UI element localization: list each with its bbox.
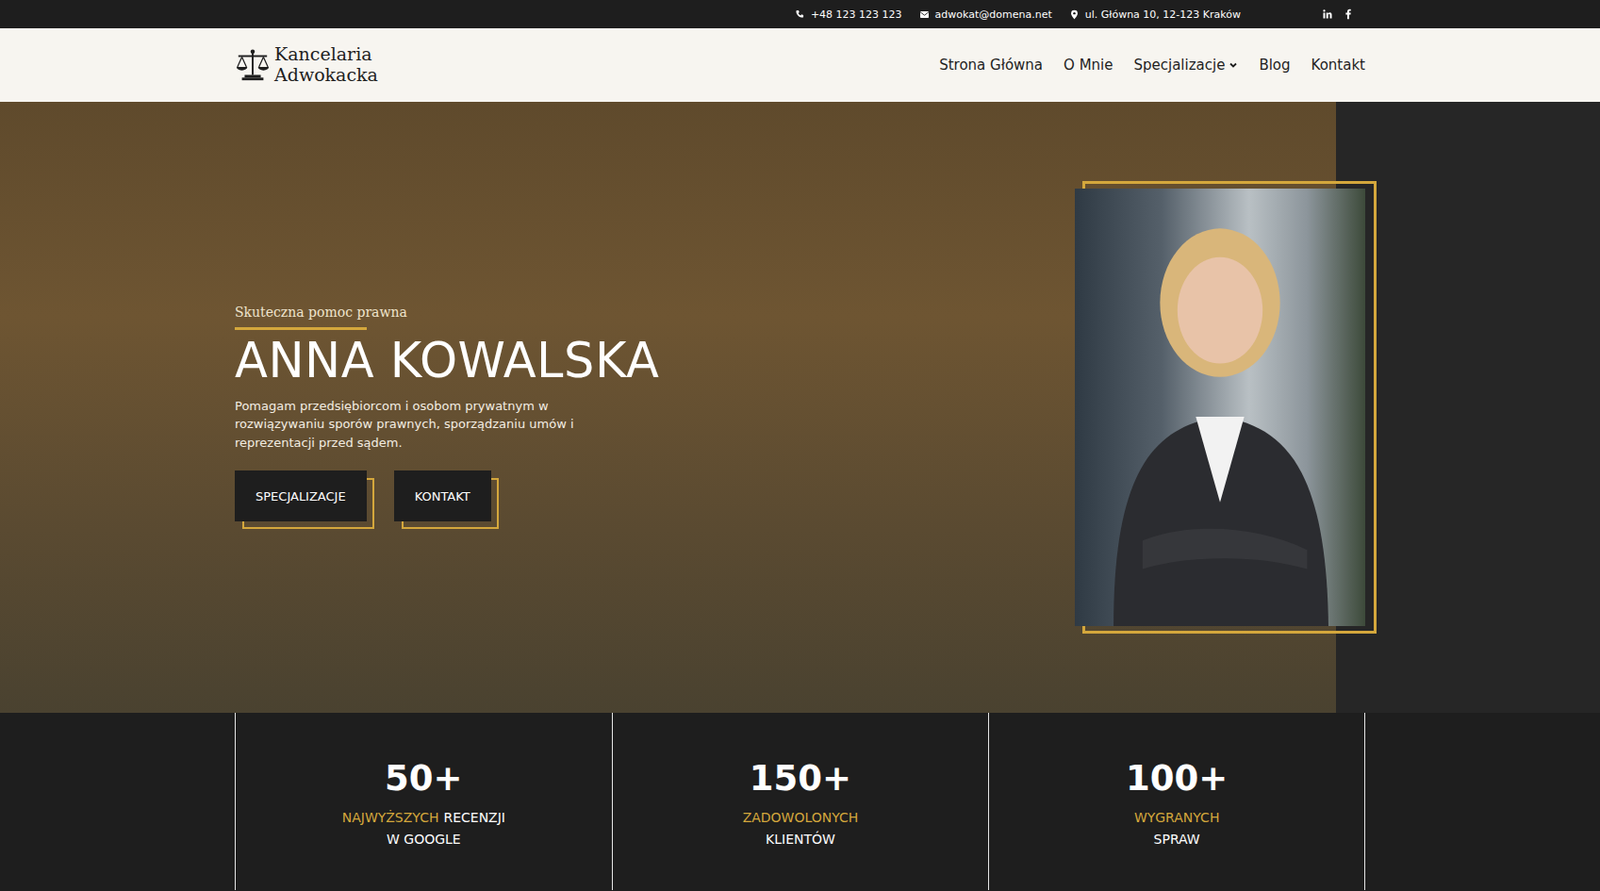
hero-description: Pomagam przedsiębiorcom i osobom prywatn… (234, 396, 612, 453)
logo-line: Adwokacka (274, 65, 379, 86)
email-text: adwokat@domena.net (935, 8, 1053, 21)
nav-label: Specjalizacje (1133, 56, 1225, 74)
stat-label: ZADOWOLONYCHKLIENTÓW (742, 807, 859, 850)
eyebrow-underline (234, 327, 367, 330)
stat-value: 150+ (749, 758, 852, 800)
hero-button[interactable]: SPECJALIZACJE (234, 470, 367, 522)
chevron-down-icon (1228, 60, 1238, 70)
logo-text: KancelariaAdwokacka (274, 44, 379, 86)
hero-buttons: SPECJALIZACJE KONTAKT (234, 470, 660, 522)
main-nav: Strona Główna O Mnie Specjalizacje Blog Kont… (939, 56, 1366, 74)
person-icon (1074, 188, 1366, 627)
phone-text: +48 123 123 123 (810, 8, 903, 21)
portrait-photo (1074, 188, 1366, 627)
envelope-icon (919, 9, 930, 20)
pin-icon (1069, 9, 1080, 20)
stat-label-part: W GOOGLE (386, 828, 462, 850)
social-links (1321, 8, 1366, 20)
nav-label: O Mnie (1063, 56, 1113, 74)
hero-text: Skuteczna pomoc prawna ANNA KOWALSKA Pomag… (234, 293, 660, 522)
facebook-icon[interactable] (1342, 8, 1354, 20)
stat-label-part: RECENZJI (443, 807, 506, 828)
stat-label-line: W GOOGLE (386, 828, 462, 850)
address-text: ul. Główna 10, 12-123 Kraków (1085, 8, 1241, 21)
scales-icon (234, 48, 271, 83)
stat-label-line: NAJWYŻSZYCHRECENZJI (342, 807, 506, 828)
nav-label: Kontakt (1311, 56, 1366, 74)
address-contact: ul. Główna 10, 12-123 Kraków (1069, 8, 1241, 21)
stat-label-line: WYGRANYCH (1134, 807, 1221, 828)
stat-label-part: SPRAW (1154, 828, 1201, 850)
stat-label-part: KLIENTÓW (765, 828, 836, 850)
stat-card: 150+ ZADOWOLONYCHKLIENTÓW (611, 712, 990, 891)
stat-label-part: NAJWYŻSZYCH (342, 807, 440, 828)
nav-label: Blog (1258, 56, 1290, 74)
hero-button-wrap: SPECJALIZACJE (234, 470, 367, 522)
hero-button-wrap: KONTAKT (394, 470, 492, 522)
stat-label: WYGRANYCHSPRAW (1134, 807, 1221, 850)
stat-label-part: ZADOWOLONYCH (742, 807, 859, 828)
nav-label: Strona Główna (939, 56, 1043, 74)
phone-contact[interactable]: +48 123 123 123 (794, 8, 903, 21)
email-contact[interactable]: adwokat@domena.net (919, 8, 1053, 21)
nav-item[interactable]: Specjalizacje (1133, 56, 1238, 74)
stat-label-line: SPRAW (1154, 828, 1201, 850)
nav-item[interactable]: Strona Główna (939, 56, 1043, 74)
hero-eyebrow: Skuteczna pomoc prawna (234, 304, 660, 320)
portrait-wrap (1074, 181, 1377, 634)
hero-title: ANNA KOWALSKA (234, 333, 660, 390)
stat-card: 50+ NAJWYŻSZYCHRECENZJIW GOOGLE (234, 712, 612, 891)
stat-value: 50+ (384, 758, 463, 800)
top-bar: +48 123 123 123 adwokat@domena.net ul. Głó… (0, 0, 1600, 29)
nav-item[interactable]: Kontakt (1311, 56, 1366, 74)
phone-icon (794, 9, 806, 20)
page: +48 123 123 123 adwokat@domena.net ul. Głó… (0, 0, 1600, 891)
linkedin-icon[interactable] (1321, 8, 1334, 20)
stat-card: 100+ WYGRANYCHSPRAW (988, 712, 1366, 891)
hero-button[interactable]: KONTAKT (394, 470, 492, 522)
logo-line: Kancelaria (274, 44, 379, 66)
logo[interactable]: KancelariaAdwokacka (234, 44, 379, 86)
stat-label: NAJWYŻSZYCHRECENZJIW GOOGLE (342, 807, 506, 850)
stats: 50+ NAJWYŻSZYCHRECENZJIW GOOGLE 150+ ZADOWO… (0, 712, 1600, 891)
stat-value: 100+ (1125, 758, 1228, 800)
hero: Skuteczna pomoc prawna ANNA KOWALSKA Pomag… (0, 101, 1600, 713)
header: KancelariaAdwokacka Strona Główna O Mnie Sp… (0, 28, 1600, 102)
stat-label-part: WYGRANYCH (1134, 807, 1221, 828)
nav-item[interactable]: Blog (1258, 56, 1290, 74)
stat-label-line: KLIENTÓW (765, 828, 836, 850)
nav-item[interactable]: O Mnie (1063, 56, 1113, 74)
stat-label-line: ZADOWOLONYCH (742, 807, 859, 828)
contact-list: +48 123 123 123 adwokat@domena.net ul. Głó… (794, 8, 1241, 21)
